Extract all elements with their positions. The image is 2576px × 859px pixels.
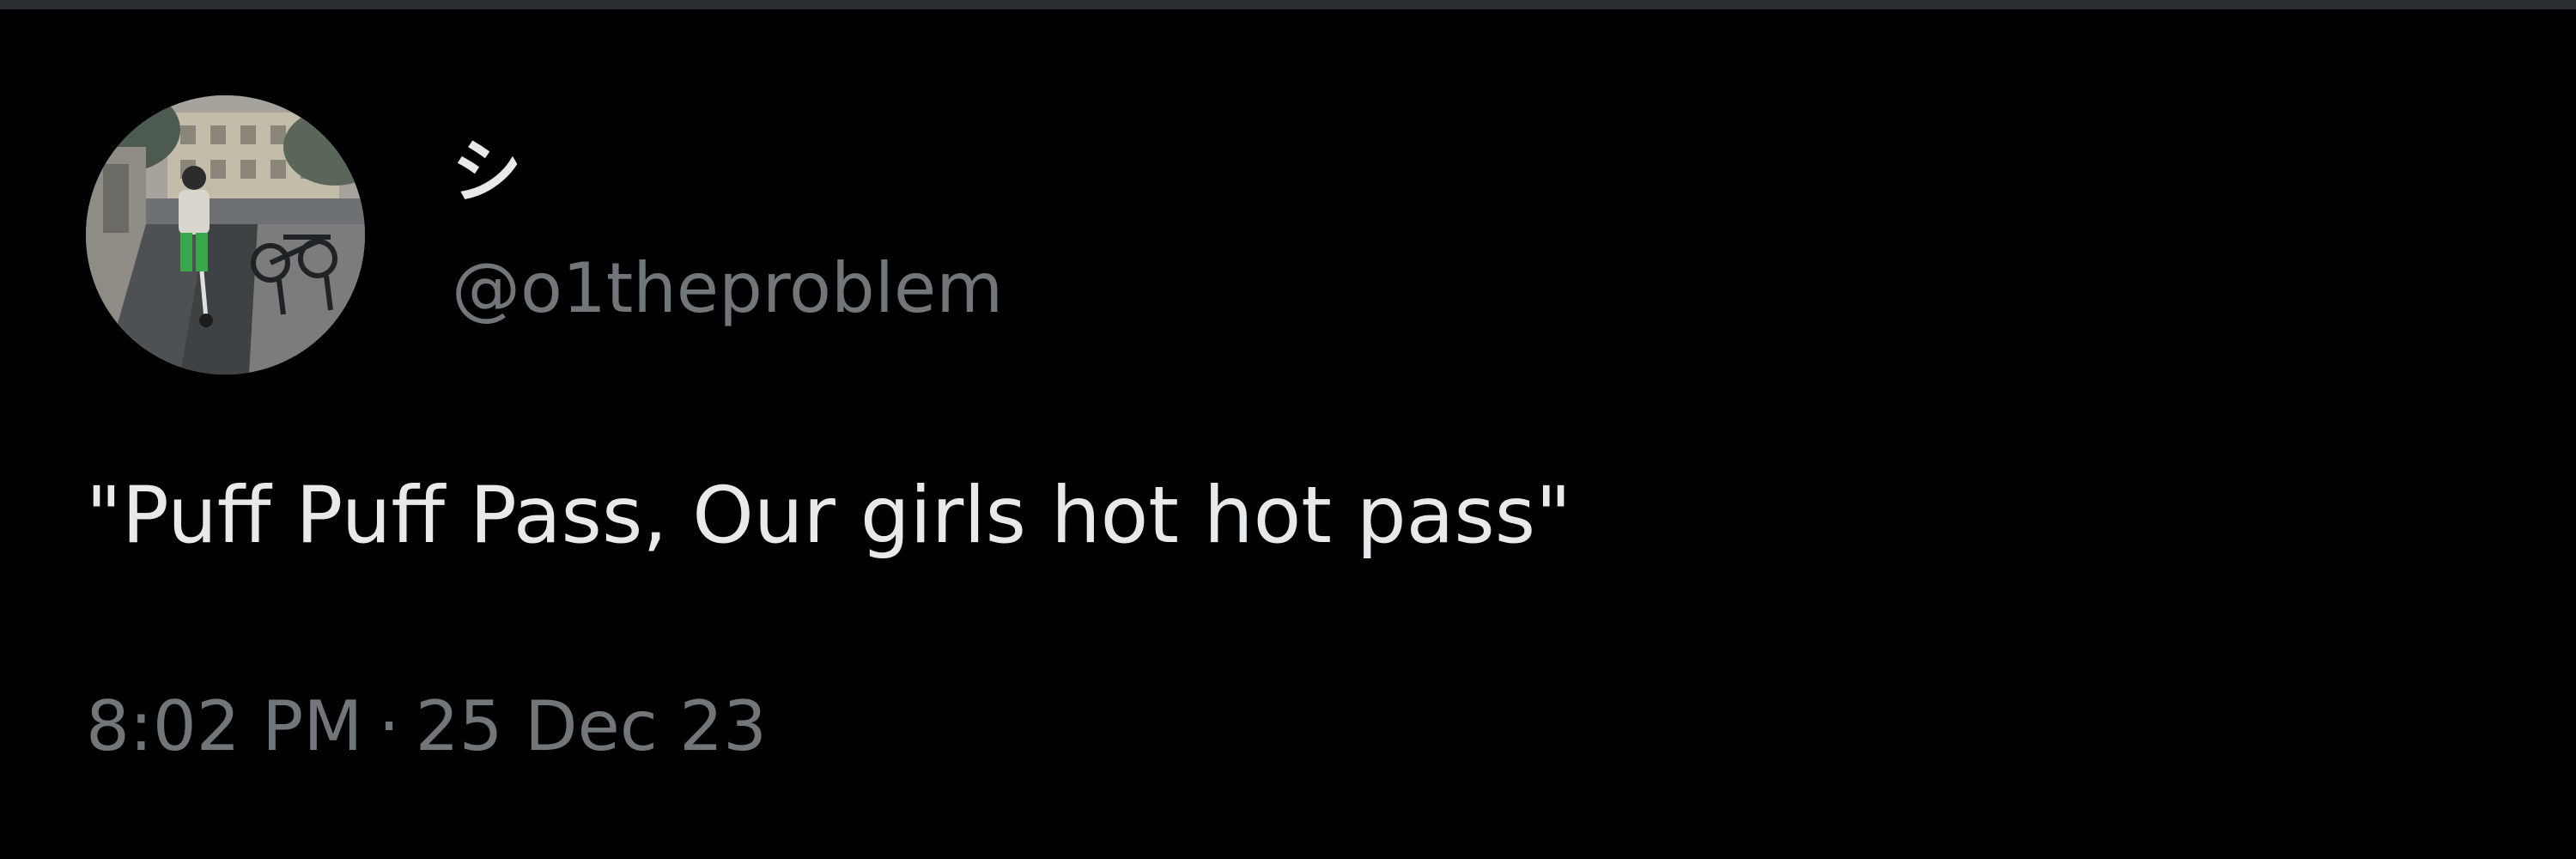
separator-dot: ·: [378, 686, 400, 766]
top-divider: [0, 0, 2576, 9]
tweet-text: "Puff Puff Pass, Our girls hot hot pass": [86, 471, 1572, 561]
avatar-photo: [86, 95, 365, 375]
tweet-date[interactable]: 25 Dec 23: [416, 686, 767, 766]
display-name[interactable]: シ: [452, 130, 522, 216]
tweet-time[interactable]: 8:02 PM: [86, 686, 362, 766]
user-handle[interactable]: @o1theproblem: [452, 241, 1003, 336]
tweet-card: シ @o1theproblem "Puff Puff Pass, Our gir…: [0, 9, 2576, 859]
avatar[interactable]: [86, 95, 365, 375]
tweet-timestamp[interactable]: 8:02 PM · 25 Dec 23: [86, 679, 767, 774]
